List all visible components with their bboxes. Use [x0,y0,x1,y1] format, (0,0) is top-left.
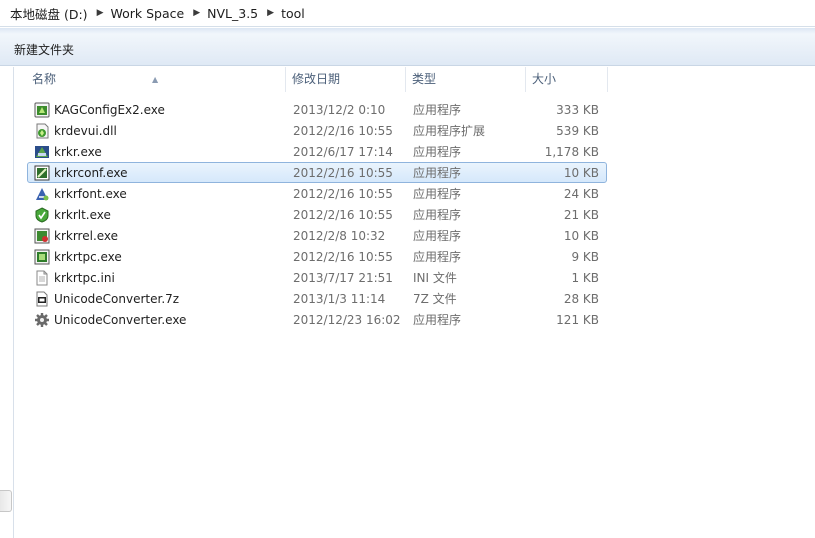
explorer-window: 本地磁盘 (D:) ▶ Work Space ▶ NVL_3.5 ▶ tool … [0,0,815,538]
breadcrumb-tool[interactable]: tool [281,6,305,21]
new-folder-button[interactable]: 新建文件夹 [8,39,80,60]
file-type: 应用程序 [413,166,462,180]
file-size: 539 KB [556,124,599,138]
file-type: 7Z 文件 [413,292,457,306]
krkrtpc-icon [34,249,50,265]
file-date: 2013/7/17 21:51 [293,271,393,285]
file-row[interactable]: UnicodeConverter.7z 2013/1/3 11:14 7Z 文件… [27,288,607,309]
krkrlt-icon [35,207,49,223]
navigation-pane-scrollbar[interactable] [0,490,12,512]
file-name: UnicodeConverter.7z [54,292,180,306]
column-header-type[interactable]: 类型 [406,67,526,92]
chevron-right-icon[interactable]: ▶ [193,8,200,18]
file-type: 应用程序 [413,313,462,327]
archive-7z-icon [36,291,48,307]
file-size: 10 KB [563,229,599,243]
breadcrumb-drive[interactable]: 本地磁盘 (D:) [10,4,88,23]
file-date: 2013/12/2 0:10 [293,103,386,117]
file-date: 2012/2/16 10:55 [293,124,393,138]
column-header-date-label: 修改日期 [292,72,341,86]
file-type: 应用程序 [413,145,462,159]
file-name: KAGConfigEx2.exe [54,103,165,117]
file-size: 24 KB [563,187,599,201]
file-date: 2013/1/3 11:14 [293,292,386,306]
file-size: 333 KB [556,103,599,117]
column-header-size[interactable]: 大小 [526,67,608,92]
column-header-size-label: 大小 [532,72,557,86]
file-date: 2012/2/16 10:55 [293,187,393,201]
breadcrumb-nvl[interactable]: NVL_3.5 [207,6,258,21]
ini-file-icon [36,270,48,286]
kag-config-icon [34,102,50,118]
file-size: 10 KB [563,166,599,180]
file-type: 应用程序 [413,208,462,222]
file-row[interactable]: krdevui.dll 2012/2/16 10:55 应用程序扩展 539 K… [27,120,607,141]
sort-ascending-icon: ▲ [152,75,159,84]
file-type: 应用程序 [413,229,462,243]
file-list: KAGConfigEx2.exe 2013/12/2 0:10 应用程序 333… [27,99,607,330]
krkrconf-icon [34,165,50,181]
file-date: 2012/2/16 10:55 [293,208,393,222]
file-name: krdevui.dll [54,124,117,138]
file-name: krkrconf.exe [54,166,128,180]
file-name: krkrrel.exe [54,229,119,243]
command-bar: 新建文件夹 [0,28,815,66]
krkrrel-icon [34,228,50,244]
breadcrumb: 本地磁盘 (D:) ▶ Work Space ▶ NVL_3.5 ▶ tool [0,0,815,27]
file-name: UnicodeConverter.exe [54,313,187,327]
file-row[interactable]: krkrlt.exe 2012/2/16 10:55 应用程序 21 KB [27,204,607,225]
file-type: 应用程序扩展 [413,124,486,138]
file-name: krkr.exe [54,145,102,159]
file-date: 2012/2/16 10:55 [293,166,393,180]
column-header-name[interactable]: 名称 ▲ [26,67,286,92]
column-header-type-label: 类型 [412,72,437,86]
file-date: 2012/6/17 17:14 [293,145,393,159]
file-row[interactable]: krkrrel.exe 2012/2/8 10:32 应用程序 10 KB [27,225,607,246]
file-size: 121 KB [556,313,599,327]
dll-icon [36,123,49,139]
file-type: 应用程序 [413,250,462,264]
file-row[interactable]: krkrtpc.exe 2012/2/16 10:55 应用程序 9 KB [27,246,607,267]
file-row[interactable]: UnicodeConverter.exe 2012/12/23 16:02 应用… [27,309,607,330]
file-name: krkrfont.exe [54,187,127,201]
column-header-date[interactable]: 修改日期 [286,67,406,92]
file-type: 应用程序 [413,187,462,201]
file-row[interactable]: krkrconf.exe 2012/2/16 10:55 应用程序 10 KB [27,162,607,183]
file-row[interactable]: krkr.exe 2012/6/17 17:14 应用程序 1,178 KB [27,141,607,162]
file-row[interactable]: krkrfont.exe 2012/2/16 10:55 应用程序 24 KB [27,183,607,204]
file-size: 1,178 KB [544,145,599,159]
file-row[interactable]: krkrtpc.ini 2013/7/17 21:51 INI 文件 1 KB [27,267,607,288]
gear-icon [35,313,49,327]
file-date: 2012/2/8 10:32 [293,229,386,243]
file-date: 2012/2/16 10:55 [293,250,393,264]
file-row[interactable]: KAGConfigEx2.exe 2013/12/2 0:10 应用程序 333… [27,99,607,120]
column-header-name-label: 名称 [32,72,57,86]
file-size: 21 KB [563,208,599,222]
breadcrumb-work-space[interactable]: Work Space [111,6,185,21]
file-type: 应用程序 [413,103,462,117]
file-name: krkrtpc.ini [54,271,115,285]
file-name: krkrtpc.exe [54,250,122,264]
file-size: 28 KB [563,292,599,306]
file-size: 9 KB [571,250,599,264]
chevron-right-icon[interactable]: ▶ [97,8,104,18]
file-name: krkrlt.exe [54,208,111,222]
file-type: INI 文件 [413,271,457,285]
chevron-right-icon[interactable]: ▶ [267,8,274,18]
krkrfont-icon [36,188,49,201]
navigation-pane[interactable] [0,67,14,538]
krkr-icon [35,146,49,158]
file-size: 1 KB [571,271,599,285]
file-date: 2012/12/23 16:02 [293,313,401,327]
column-headers: 名称 ▲ 修改日期 类型 大小 [26,67,608,92]
